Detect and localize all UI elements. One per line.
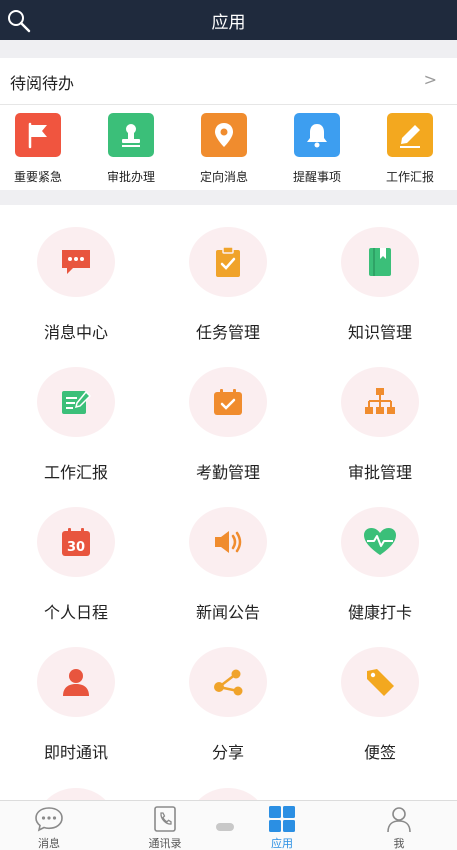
pencil-icon	[387, 113, 433, 157]
app-health-checkin[interactable]: 健康打卡	[304, 507, 456, 623]
org-chart-icon	[341, 367, 419, 437]
quick-action-urgent[interactable]: 重要紧急	[3, 113, 73, 185]
calendar-check-icon	[189, 367, 267, 437]
clipboard-check-icon	[189, 227, 267, 297]
app-message-center[interactable]: 消息中心	[0, 227, 152, 343]
location-pin-icon	[201, 113, 247, 157]
app-knowledge-management[interactable]: 知识管理	[304, 227, 456, 343]
tab-label: 通讯录	[148, 837, 182, 850]
app-sticky-note[interactable]: 便签	[304, 647, 456, 763]
stamp-icon	[108, 113, 154, 157]
app-icon-partial	[189, 788, 267, 800]
bell-icon	[294, 113, 340, 157]
app-personal-schedule[interactable]: 30 个人日程	[0, 507, 152, 623]
quick-actions-bar: 重要紧急 审批办理 定向消息 提醒事项 工作汇报	[0, 105, 457, 190]
tab-contacts[interactable]: 通讯录	[125, 805, 205, 850]
app-label: 知识管理	[347, 323, 412, 342]
app-header: 应用	[0, 0, 457, 40]
app-approval-management[interactable]: 审批管理	[304, 367, 456, 483]
tab-label: 我	[393, 837, 405, 850]
app-label: 即时通讯	[43, 743, 108, 762]
flag-icon	[15, 113, 61, 157]
app-grid: 消息中心 任务管理 知识管理 工作汇报 考勤管理 审批管理 30 个人日程 新闻…	[0, 205, 457, 800]
app-label: 便签	[363, 743, 396, 762]
app-label: 审批管理	[347, 463, 412, 482]
tab-me[interactable]: 我	[359, 805, 439, 850]
phone-book-icon	[125, 805, 205, 833]
app-icon-partial	[37, 788, 115, 800]
quick-action-reminder[interactable]: 提醒事项	[282, 113, 352, 185]
app-work-report[interactable]: 工作汇报	[0, 367, 152, 483]
tab-label: 消息	[38, 837, 60, 850]
app-label: 个人日程	[43, 603, 108, 622]
app-share[interactable]: 分享	[152, 647, 304, 763]
chevron-right-icon: >	[423, 70, 437, 89]
pending-todo-row[interactable]: 待阅待办 >	[0, 58, 457, 104]
tab-apps[interactable]: 应用	[242, 805, 322, 850]
app-label: 健康打卡	[347, 603, 412, 622]
speaker-icon	[189, 507, 267, 577]
app-news-announcements[interactable]: 新闻公告	[152, 507, 304, 623]
app-label: 消息中心	[43, 323, 108, 342]
app-label: 新闻公告	[195, 603, 260, 622]
tab-messages[interactable]: 消息	[9, 805, 89, 850]
heart-pulse-icon	[341, 507, 419, 577]
page-title: 应用	[211, 13, 246, 33]
share-icon	[189, 647, 267, 717]
user-outline-icon	[359, 805, 439, 833]
app-instant-messaging[interactable]: 即时通讯	[0, 647, 152, 763]
book-icon	[341, 227, 419, 297]
quick-action-directed-message[interactable]: 定向消息	[189, 113, 259, 185]
pending-todo-label: 待阅待办	[10, 74, 75, 93]
chat-bubble-outline-icon	[9, 805, 89, 833]
apps-grid-icon	[242, 805, 322, 833]
quick-action-label: 审批办理	[106, 170, 155, 184]
person-icon	[37, 647, 115, 717]
quick-action-approval[interactable]: 审批办理	[96, 113, 166, 185]
report-edit-icon	[37, 367, 115, 437]
app-label: 考勤管理	[195, 463, 260, 482]
quick-action-work-report[interactable]: 工作汇报	[375, 113, 445, 185]
quick-action-label: 定向消息	[199, 170, 248, 184]
calendar-badge: 30	[67, 540, 85, 555]
app-attendance-management[interactable]: 考勤管理	[152, 367, 304, 483]
quick-action-label: 重要紧急	[13, 170, 62, 184]
quick-action-label: 提醒事项	[292, 170, 341, 184]
app-label: 任务管理	[195, 323, 260, 342]
scroll-handle	[216, 823, 234, 831]
calendar-30-icon: 30	[37, 507, 115, 577]
quick-action-label: 工作汇报	[385, 170, 434, 184]
tag-icon	[341, 647, 419, 717]
app-task-management[interactable]: 任务管理	[152, 227, 304, 343]
app-label: 工作汇报	[43, 463, 108, 482]
app-label: 分享	[211, 743, 244, 762]
tab-label: 应用	[271, 837, 293, 850]
chat-bubble-icon	[37, 227, 115, 297]
